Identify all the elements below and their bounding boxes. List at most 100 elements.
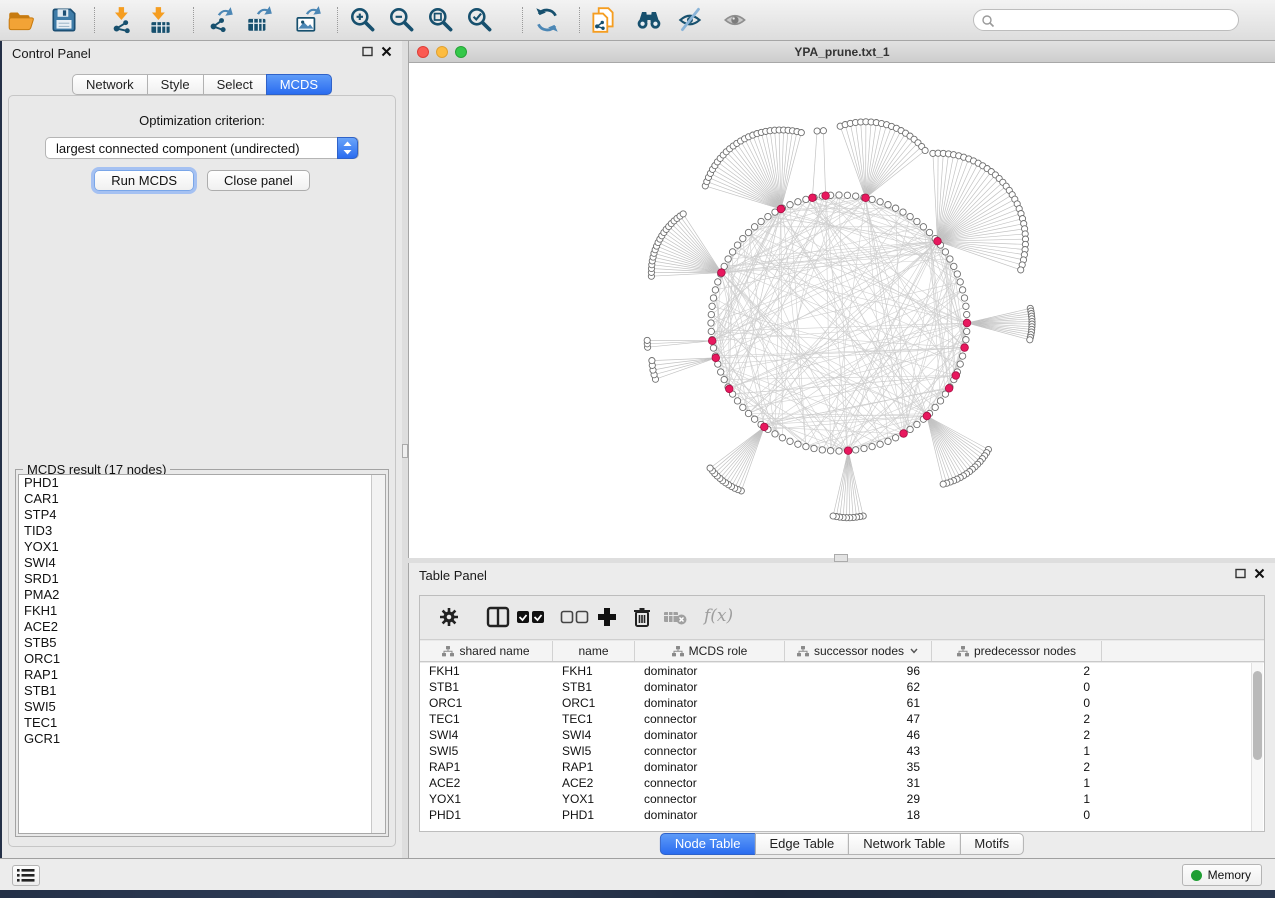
table-tab-node-table[interactable]: Node Table [660,833,756,855]
column-header-predecessor-nodes[interactable]: predecessor nodes [932,641,1102,661]
column-header-successor-nodes[interactable]: successor nodes [785,641,932,661]
mcds-result-item[interactable]: SRD1 [19,571,385,587]
column-header-filler [1102,641,1264,661]
table-row[interactable]: ORC1ORC1dominator610 [420,695,1264,711]
table-tab-motifs[interactable]: Motifs [959,833,1024,855]
memory-button[interactable]: Memory [1182,864,1262,886]
node-table-container: f(x) shared namenameMCDS rolesuccessor n… [419,595,1265,832]
tab-style[interactable]: Style [147,74,204,95]
float-panel-icon[interactable] [1235,568,1246,579]
close-panel-icon[interactable] [381,46,392,57]
tab-select[interactable]: Select [203,74,267,95]
cell-shared-name: STB1 [420,679,553,695]
cell-mcds-role: dominator [635,807,785,823]
dropdown-stepper-icon [337,137,358,159]
mcds-result-item[interactable]: STB1 [19,683,385,699]
cell-shared-name: SWI4 [420,727,553,743]
column-header-name[interactable]: name [553,641,635,661]
table-row[interactable]: STB1STB1dominator620 [420,679,1264,695]
search-box [973,9,1239,31]
mcds-result-item[interactable]: SWI5 [19,699,385,715]
cell-name: TEC1 [553,711,635,727]
mcds-result-item[interactable]: TID3 [19,523,385,539]
column-header-mcds-role[interactable]: MCDS role [635,641,785,661]
function-builder-icon[interactable]: f(x) [704,606,733,626]
refresh-view-icon[interactable] [532,5,562,35]
table-row[interactable]: RAP1RAP1dominator352 [420,759,1264,775]
scrollbar-thumb[interactable] [1253,671,1262,760]
table-row[interactable]: YOX1YOX1connector291 [420,791,1264,807]
network-from-selection-icon[interactable] [588,5,618,35]
mcds-result-item[interactable]: RAP1 [19,667,385,683]
mcds-result-item[interactable]: STP4 [19,507,385,523]
network-graph[interactable] [409,63,1275,558]
mcds-result-item[interactable]: STB5 [19,635,385,651]
export-network-icon[interactable] [206,5,236,35]
table-row[interactable]: FKH1FKH1dominator962 [420,663,1264,679]
zoom-out-icon[interactable] [387,5,417,35]
settings-gear-icon[interactable] [438,606,460,628]
zoom-fit-icon[interactable] [426,5,456,35]
tab-network[interactable]: Network [72,74,148,95]
mcds-result-item[interactable]: TEC1 [19,715,385,731]
table-row[interactable]: PHD1PHD1dominator180 [420,807,1264,823]
mcds-result-list[interactable]: PHD1CAR1STP4TID3YOX1SWI4SRD1PMA2FKH1ACE2… [18,474,386,834]
application-window: Control Panel NetworkStyleSelectMCDS Opt… [0,0,1275,898]
cell-name: SWI4 [553,727,635,743]
mcds-result-item[interactable]: PMA2 [19,587,385,603]
add-column-icon[interactable] [596,606,618,628]
network-window-title: YPA_prune.txt_1 [409,45,1275,59]
cell-shared-name: RAP1 [420,759,553,775]
hide-selected-icon[interactable] [676,5,706,35]
table-tab-edge-table[interactable]: Edge Table [754,833,849,855]
export-table-icon[interactable] [244,5,274,35]
scrollbar-track[interactable] [371,475,385,833]
mcds-result-item[interactable]: PHD1 [19,475,385,491]
column-type-icon [442,646,454,657]
delete-table-icon[interactable] [662,606,688,628]
cell-mcds-role: dominator [635,679,785,695]
run-mcds-button[interactable]: Run MCDS [94,170,194,191]
column-type-icon [672,646,684,657]
network-canvas[interactable] [409,63,1275,558]
network-list-icon[interactable] [12,865,40,886]
scrollbar-track[interactable] [1251,663,1263,831]
zoom-in-icon[interactable] [348,5,378,35]
cell-shared-name: PHD1 [420,807,553,823]
search-input[interactable] [998,11,1234,29]
import-table-icon[interactable] [145,5,175,35]
column-header-shared-name[interactable]: shared name [420,641,553,661]
mcds-result-item[interactable]: ORC1 [19,651,385,667]
toolbar-separator [193,7,194,33]
select-all-checkboxes-icon[interactable] [516,606,546,628]
float-panel-icon[interactable] [362,46,373,57]
table-row[interactable]: SWI5SWI5connector431 [420,743,1264,759]
mcds-result-item[interactable]: YOX1 [19,539,385,555]
mcds-result-item[interactable]: CAR1 [19,491,385,507]
optimization-criterion-select[interactable]: largest connected component (undirected) [45,137,359,159]
mcds-result-item[interactable]: SWI4 [19,555,385,571]
table-panel-title: Table Panel [419,568,487,583]
export-image-icon[interactable] [293,5,323,35]
open-session-icon[interactable] [6,5,36,35]
mcds-result-item[interactable]: ACE2 [19,619,385,635]
zoom-selected-icon[interactable] [465,5,495,35]
table-row[interactable]: ACE2ACE2connector311 [420,775,1264,791]
table-row[interactable]: TEC1TEC1connector472 [420,711,1264,727]
show-columns-icon[interactable] [486,606,510,628]
cell-successor-nodes: 31 [785,775,932,791]
show-all-icon[interactable] [721,5,751,35]
find-icon[interactable] [634,5,664,35]
save-session-icon[interactable] [49,5,79,35]
close-panel-button[interactable]: Close panel [207,170,310,191]
table-row[interactable]: SWI4SWI4dominator462 [420,727,1264,743]
close-panel-icon[interactable] [1254,568,1265,579]
mcds-result-item[interactable]: GCR1 [19,731,385,747]
import-network-icon[interactable] [108,5,138,35]
mcds-result-item[interactable]: FKH1 [19,603,385,619]
deselect-all-checkboxes-icon[interactable] [560,606,590,628]
tab-mcds[interactable]: MCDS [266,74,332,95]
table-tab-network-table[interactable]: Network Table [848,833,960,855]
control-panel-title: Control Panel [12,46,91,61]
delete-column-icon[interactable] [632,606,652,628]
